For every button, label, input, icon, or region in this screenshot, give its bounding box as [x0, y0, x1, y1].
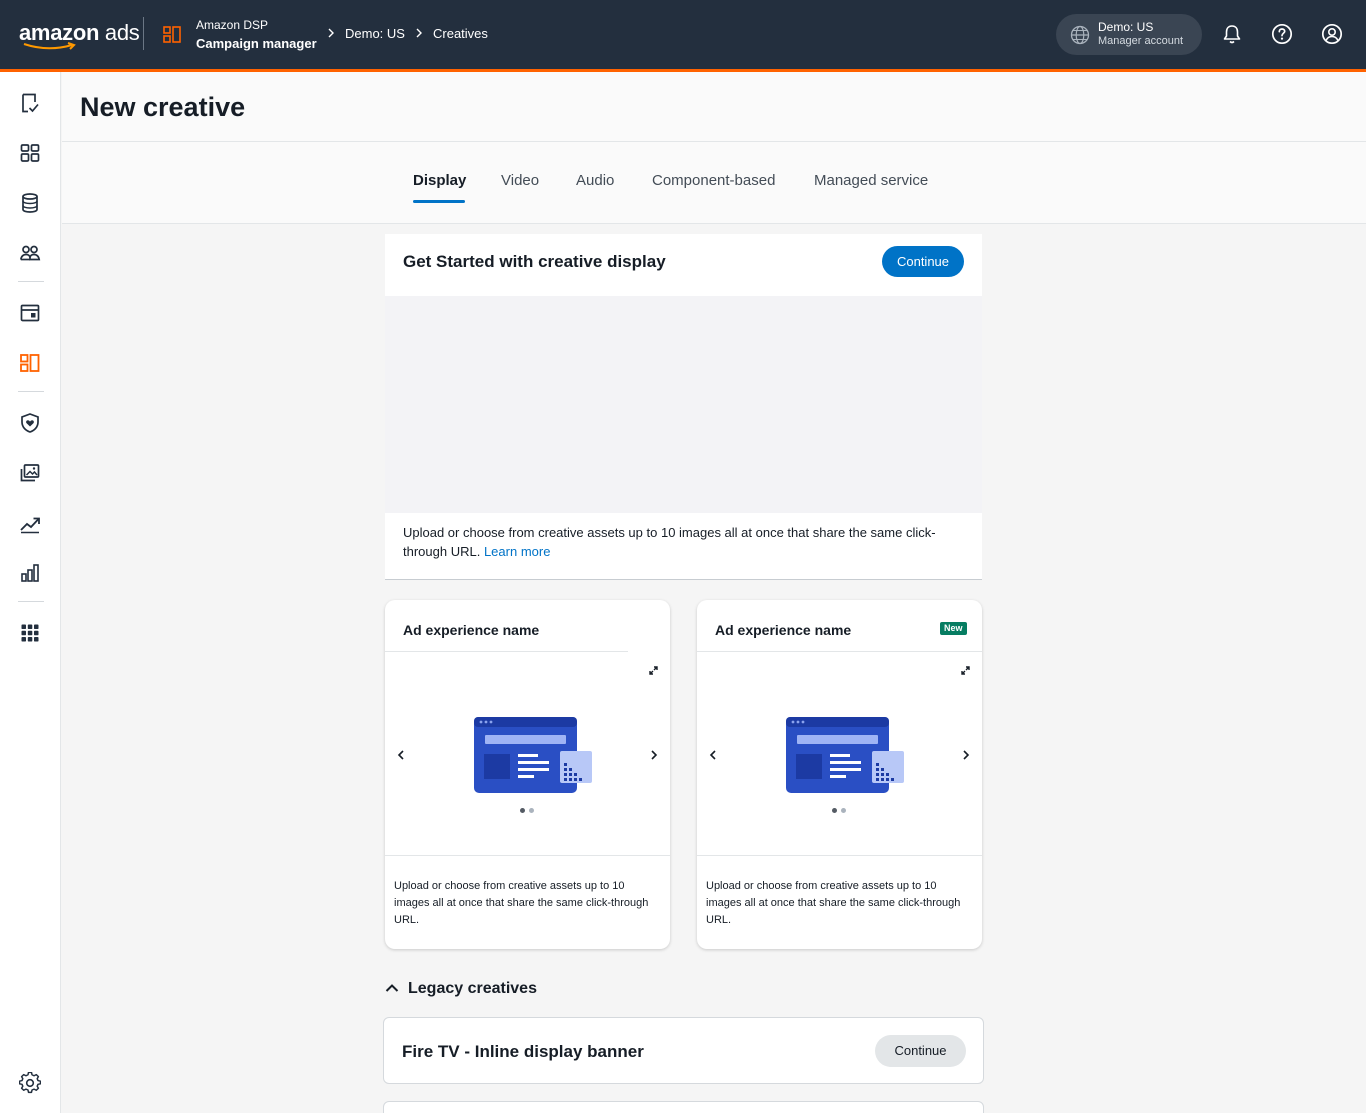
card-footer-divider	[385, 855, 670, 856]
legacy-creative-title: Fire TV - Inline display banner	[402, 1042, 644, 1061]
get-started-description: Upload or choose from creative assets up…	[403, 523, 963, 561]
sidebar-divider	[18, 601, 44, 602]
page-header: New creative	[62, 72, 1366, 142]
ad-experience-description: Upload or choose from creative assets up…	[706, 880, 961, 926]
breadcrumb-account[interactable]: Demo: US	[345, 26, 405, 41]
continue-button[interactable]: Continue	[875, 1035, 966, 1067]
creatives-icon[interactable]	[19, 352, 41, 374]
creative-preview-area	[385, 296, 982, 513]
get-started-card: Get Started with creative display Contin…	[385, 234, 982, 580]
get-started-title: Get Started with creative display	[403, 252, 666, 271]
carousel-dot[interactable]	[841, 808, 846, 813]
ad-experience-card[interactable]: Ad experience name Upload or choose from…	[385, 600, 670, 949]
tab-managed-service[interactable]: Managed service	[814, 172, 928, 189]
browser-window-icon[interactable]	[19, 302, 41, 324]
account-name: Demo: US	[1098, 20, 1154, 34]
header-divider	[143, 17, 144, 50]
legacy-creative-card: Fire TV - Inline display banner Continue	[383, 1017, 984, 1084]
audience-icon[interactable]	[19, 242, 41, 264]
card-footer-divider	[697, 855, 982, 856]
chevron-up-icon	[385, 984, 399, 992]
sidebar-divider	[18, 281, 44, 282]
tab-video[interactable]: Video	[501, 172, 539, 189]
card-header-divider	[697, 651, 982, 652]
left-sidebar	[0, 72, 61, 1113]
apps-grid-icon[interactable]	[19, 622, 41, 644]
checklist-icon[interactable]	[19, 92, 41, 114]
ad-experience-card[interactable]: Ad experience name New Upload or choose …	[697, 600, 982, 949]
chevron-right-icon[interactable]	[962, 749, 970, 761]
account-switcher[interactable]: Demo: US Manager account	[1056, 14, 1202, 55]
chevron-right-icon	[416, 28, 422, 38]
carousel-dot-active[interactable]	[832, 808, 837, 813]
tab-component-based[interactable]: Component-based	[652, 172, 775, 189]
campaign-manager-icon	[163, 26, 181, 43]
card-header-divider	[385, 651, 628, 652]
shield-heart-icon[interactable]	[19, 412, 41, 434]
creative-type-tabs: Display Video Audio Component-based Mana…	[62, 142, 1366, 224]
tab-display[interactable]: Display	[413, 172, 466, 189]
trending-icon[interactable]	[19, 512, 41, 534]
active-tab-indicator	[413, 200, 465, 203]
image-library-icon[interactable]	[19, 462, 41, 484]
legacy-creative-card	[383, 1101, 984, 1113]
account-type: Manager account	[1098, 35, 1183, 47]
top-navigation-bar: amazon ads Amazon DSP Campaign manager D…	[0, 0, 1366, 69]
tab-audio[interactable]: Audio	[576, 172, 614, 189]
display-ad-illustration	[786, 717, 904, 793]
bar-chart-icon[interactable]	[19, 562, 41, 584]
app-name[interactable]: Amazon DSP Campaign manager	[196, 17, 317, 53]
continue-button[interactable]: Continue	[882, 246, 964, 277]
ad-experience-title: Ad experience name	[403, 622, 540, 638]
chevron-left-icon[interactable]	[397, 749, 405, 761]
carousel-dot-active[interactable]	[520, 808, 525, 813]
new-badge: New	[940, 622, 967, 635]
help-question-icon[interactable]	[1271, 23, 1293, 45]
carousel-dot[interactable]	[529, 808, 534, 813]
ad-experience-title: Ad experience name	[715, 622, 852, 638]
settings-gear-icon[interactable]	[19, 1072, 41, 1094]
notifications-bell-icon[interactable]	[1221, 23, 1243, 45]
app-product-label: Amazon DSP	[196, 18, 269, 32]
dashboard-icon[interactable]	[19, 142, 41, 164]
logo-text-light: ads	[104, 20, 140, 45]
globe-icon	[1070, 25, 1090, 45]
app-name-label: Campaign manager	[196, 36, 317, 51]
user-account-icon[interactable]	[1321, 23, 1343, 45]
legacy-creatives-heading: Legacy creatives	[408, 980, 537, 997]
description-text: Upload or choose from creative assets up…	[403, 525, 936, 559]
chevron-right-icon	[328, 28, 334, 38]
display-ad-illustration	[474, 717, 592, 793]
sidebar-divider	[18, 391, 44, 392]
expand-icon[interactable]	[961, 666, 970, 675]
expand-icon[interactable]	[649, 666, 658, 675]
learn-more-link[interactable]: Learn more	[484, 544, 550, 559]
database-icon[interactable]	[19, 192, 41, 214]
page-title: New creative	[80, 92, 246, 122]
amazon-smile-icon	[23, 42, 76, 50]
chevron-right-icon[interactable]	[650, 749, 658, 761]
ad-experience-description: Upload or choose from creative assets up…	[394, 880, 649, 926]
chevron-left-icon[interactable]	[709, 749, 717, 761]
amazon-ads-logo[interactable]: amazon ads	[19, 20, 140, 50]
breadcrumb-creatives[interactable]: Creatives	[433, 26, 488, 41]
